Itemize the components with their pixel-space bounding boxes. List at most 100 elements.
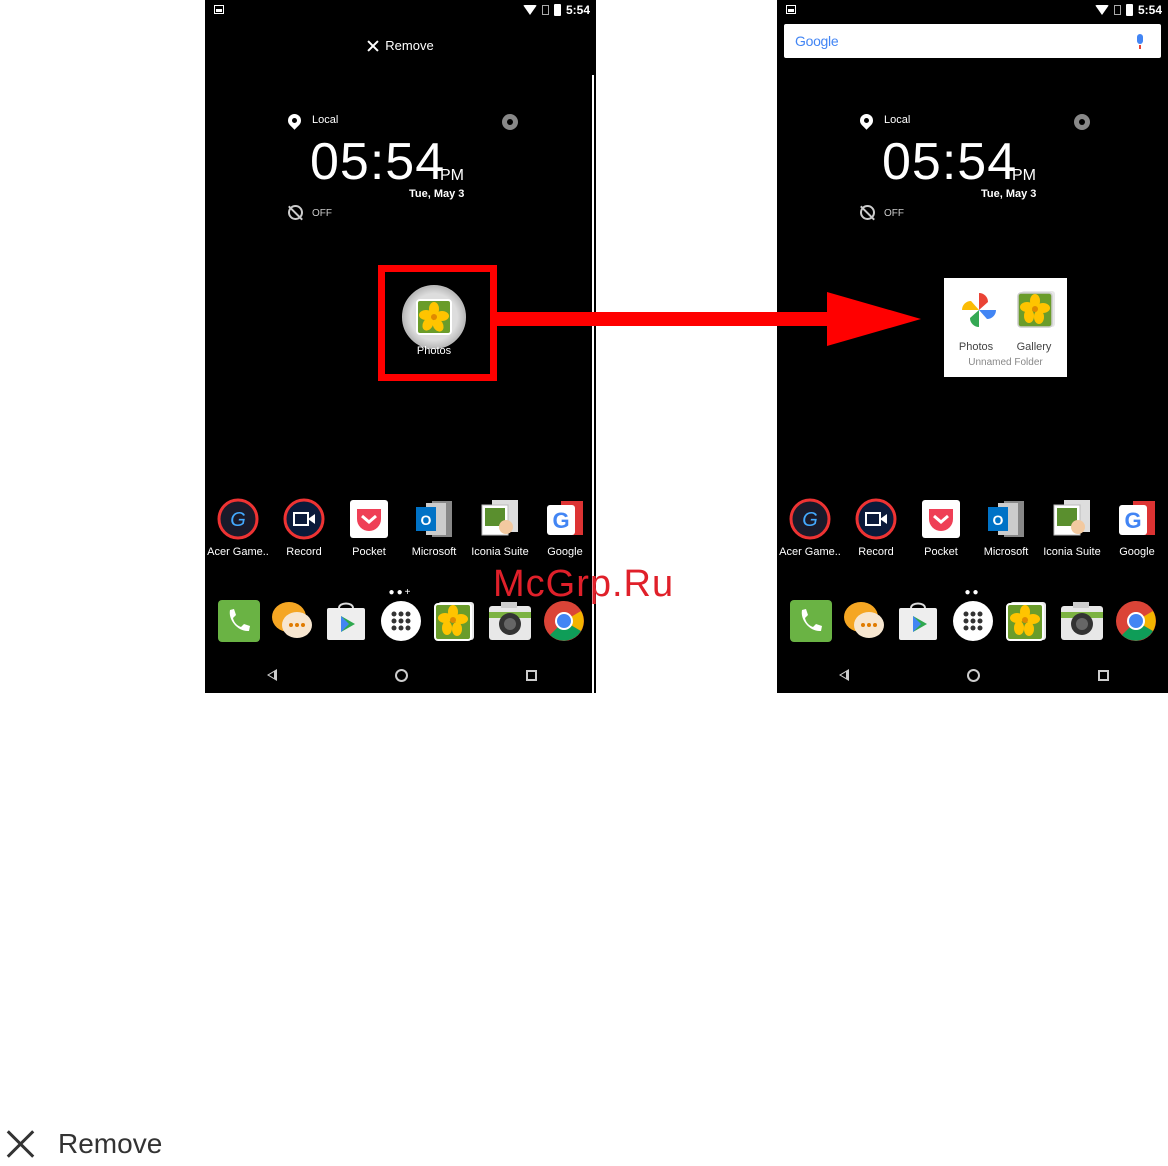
- page: 5:54 Remove Local 05:54 PM Tue, May 3 OF…: [0, 0, 1168, 1166]
- clock-widget[interactable]: Local 05:54 PM Tue, May 3 OFF: [857, 111, 1090, 227]
- remove-caption-label: Remove: [58, 1128, 163, 1159]
- acer-game-icon: G: [789, 498, 831, 540]
- app-label: Record: [286, 546, 322, 558]
- gallery-icon[interactable]: [1004, 598, 1050, 644]
- app-label: Iconia Suite: [1043, 546, 1101, 558]
- gallery-icon: [1017, 291, 1055, 328]
- clock-location: Local: [312, 114, 339, 126]
- dock: [777, 598, 1168, 648]
- notification-image-icon: [214, 5, 224, 14]
- app-label: Pocket: [924, 546, 958, 558]
- app-label: Record: [858, 546, 894, 558]
- all-apps-icon[interactable]: [378, 598, 424, 644]
- status-time: 5:54: [1137, 3, 1162, 17]
- back-icon[interactable]: [839, 669, 849, 681]
- alarm-status: OFF: [312, 208, 332, 219]
- gallery-icon[interactable]: [432, 598, 478, 644]
- google-folder-icon: G: [547, 501, 583, 535]
- app-label: Acer Game..: [779, 546, 841, 558]
- svg-text:G: G: [1124, 508, 1141, 533]
- app-label: Microsoft: [411, 546, 457, 558]
- clock-time: 05:54: [310, 133, 446, 191]
- clock-date: Tue, May 3: [409, 188, 465, 200]
- arrow-head-icon: [827, 292, 921, 346]
- google-search-bar[interactable]: Google: [784, 24, 1161, 58]
- navigation-bar: [205, 660, 596, 693]
- remove-drop-target[interactable]: Remove: [205, 38, 596, 53]
- clock-ampm: PM: [440, 167, 464, 184]
- status-bar: 5:54: [205, 0, 596, 20]
- play-store-icon[interactable]: [323, 598, 369, 644]
- navigation-bar: [777, 660, 1168, 693]
- status-time: 5:54: [565, 3, 590, 17]
- chrome-icon[interactable]: [1113, 598, 1159, 644]
- recents-icon[interactable]: [526, 670, 537, 681]
- watermark: McGrp.Ru: [493, 563, 675, 605]
- alarm-off-icon: [860, 205, 875, 220]
- gear-icon[interactable]: [502, 114, 518, 130]
- pocket-icon: [350, 500, 388, 538]
- app-label: Microsoft: [983, 546, 1029, 558]
- record-video-icon: [855, 498, 897, 540]
- iconia-suite-icon: [1053, 500, 1090, 536]
- play-store-icon[interactable]: [895, 598, 941, 644]
- microsoft-folder-icon: O: [416, 501, 452, 537]
- phone-screen-right: 5:54 Google Local 05:54 PM Tue, May 3 OF…: [777, 0, 1168, 693]
- location-pin-icon: [285, 111, 304, 130]
- home-icon[interactable]: [395, 669, 408, 682]
- remove-caption: Remove: [6, 1128, 162, 1160]
- phone-icon[interactable]: [216, 598, 262, 644]
- clock-widget[interactable]: Local 05:54 PM Tue, May 3 OFF: [285, 111, 518, 227]
- remove-label: Remove: [385, 38, 434, 53]
- battery-icon: [553, 4, 561, 16]
- svg-text:G: G: [230, 509, 246, 531]
- microphone-icon[interactable]: [1137, 34, 1143, 49]
- messaging-icon[interactable]: [841, 598, 887, 644]
- folder-item-label: Gallery: [1016, 341, 1052, 353]
- svg-text:O: O: [993, 512, 1004, 528]
- app-row: G Acer Game.. Record Pocket O Microsoft …: [777, 495, 1168, 565]
- google-photos-pinwheel-icon: [962, 293, 996, 327]
- highlight-box: [378, 265, 497, 381]
- clock-date: Tue, May 3: [981, 188, 1037, 200]
- no-sim-icon: [541, 5, 549, 15]
- svg-text:G: G: [552, 508, 569, 533]
- battery-icon: [1125, 4, 1133, 16]
- gear-icon[interactable]: [1074, 114, 1090, 130]
- clock-location: Local: [884, 114, 911, 126]
- pocket-icon: [922, 500, 960, 538]
- alarm-off-icon: [288, 205, 303, 220]
- close-icon: [367, 40, 379, 52]
- svg-text:G: G: [802, 509, 818, 531]
- phone-icon[interactable]: [788, 598, 834, 644]
- iconia-suite-icon: [481, 500, 518, 536]
- google-logo: Google: [795, 33, 839, 49]
- app-label: Google: [547, 546, 583, 558]
- wifi-icon: [522, 5, 537, 15]
- close-icon: [6, 1130, 34, 1158]
- clock-ampm: PM: [1012, 167, 1036, 184]
- folder-item-label: Photos: [958, 341, 994, 353]
- location-pin-icon: [857, 111, 876, 130]
- all-apps-icon[interactable]: [950, 598, 996, 644]
- home-icon[interactable]: [967, 669, 980, 682]
- messaging-icon[interactable]: [269, 598, 315, 644]
- app-label: Iconia Suite: [471, 546, 529, 558]
- camera-icon[interactable]: [1059, 598, 1105, 644]
- page-indicator: ●●: [964, 587, 981, 598]
- acer-game-icon: G: [217, 498, 259, 540]
- arrow-shaft: [497, 312, 832, 326]
- google-folder-icon: G: [1119, 501, 1155, 535]
- app-label: Google: [1119, 546, 1155, 558]
- back-icon[interactable]: [267, 669, 277, 681]
- status-bar: 5:54: [777, 0, 1168, 20]
- alarm-status: OFF: [884, 208, 904, 219]
- app-label: Pocket: [352, 546, 386, 558]
- wifi-icon: [1094, 5, 1109, 15]
- folder-name[interactable]: Unnamed Folder: [944, 357, 1067, 368]
- app-folder[interactable]: Photos Gallery Unnamed Folder: [944, 278, 1067, 377]
- record-video-icon: [283, 498, 325, 540]
- svg-text:O: O: [421, 512, 432, 528]
- app-row: G Acer Game.. Record Pocket O Microsoft …: [205, 495, 596, 565]
- recents-icon[interactable]: [1098, 670, 1109, 681]
